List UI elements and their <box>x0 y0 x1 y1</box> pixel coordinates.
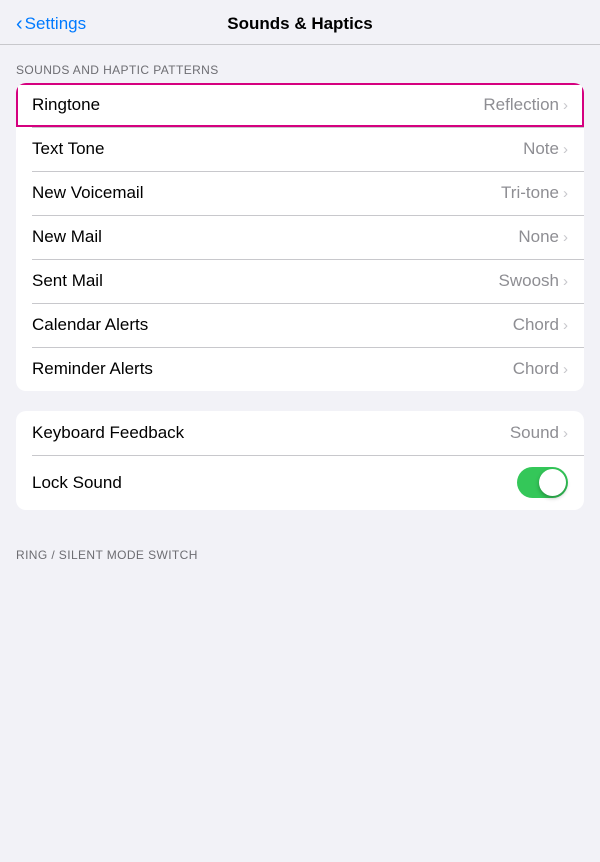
sent-mail-value-group: Swoosh › <box>499 271 568 291</box>
text-tone-row[interactable]: Text Tone Note › <box>16 127 584 171</box>
text-tone-chevron-icon: › <box>563 141 568 158</box>
calendar-alerts-chevron-icon: › <box>563 317 568 334</box>
reminder-alerts-value-group: Chord › <box>513 359 568 379</box>
back-label: Settings <box>25 14 86 34</box>
ringtone-row[interactable]: Ringtone Reflection › <box>16 83 584 127</box>
toggle-knob <box>539 469 566 496</box>
lock-sound-label: Lock Sound <box>32 473 122 493</box>
sent-mail-label: Sent Mail <box>32 271 103 291</box>
new-mail-value: None <box>518 227 559 247</box>
calendar-alerts-label: Calendar Alerts <box>32 315 148 335</box>
keyboard-feedback-label: Keyboard Feedback <box>32 423 184 443</box>
calendar-alerts-row[interactable]: Calendar Alerts Chord › <box>16 303 584 347</box>
calendar-alerts-value-group: Chord › <box>513 315 568 335</box>
sent-mail-value: Swoosh <box>499 271 559 291</box>
sent-mail-chevron-icon: › <box>563 273 568 290</box>
back-button[interactable]: ‹ Settings <box>16 14 86 34</box>
lock-sound-row[interactable]: Lock Sound <box>16 455 584 510</box>
back-chevron-icon: ‹ <box>16 14 23 34</box>
reminder-alerts-value: Chord <box>513 359 559 379</box>
sounds-card: Ringtone Reflection › Text Tone Note › N… <box>16 83 584 391</box>
new-mail-row[interactable]: New Mail None › <box>16 215 584 259</box>
keyboard-feedback-value: Sound <box>510 423 559 443</box>
text-tone-value: Note <box>523 139 559 159</box>
ringtone-value-group: Reflection › <box>483 95 568 115</box>
text-tone-value-group: Note › <box>523 139 568 159</box>
new-mail-label: New Mail <box>32 227 102 247</box>
reminder-alerts-row[interactable]: Reminder Alerts Chord › <box>16 347 584 391</box>
keyboard-feedback-chevron-icon: › <box>563 425 568 442</box>
new-voicemail-chevron-icon: › <box>563 185 568 202</box>
keyboard-feedback-value-group: Sound › <box>510 423 568 443</box>
ringtone-value: Reflection <box>483 95 559 115</box>
ring-silent-section-label: RING / SILENT MODE SWITCH <box>0 530 600 568</box>
keyboard-feedback-row[interactable]: Keyboard Feedback Sound › <box>16 411 584 455</box>
new-mail-chevron-icon: › <box>563 229 568 246</box>
text-tone-label: Text Tone <box>32 139 104 159</box>
navigation-bar: ‹ Settings Sounds & Haptics <box>0 0 600 45</box>
sounds-section-label: SOUNDS AND HAPTIC PATTERNS <box>0 45 600 83</box>
ringtone-label: Ringtone <box>32 95 100 115</box>
calendar-alerts-value: Chord <box>513 315 559 335</box>
reminder-alerts-chevron-icon: › <box>563 361 568 378</box>
lock-sound-toggle[interactable] <box>517 467 568 498</box>
new-voicemail-value-group: Tri-tone › <box>501 183 568 203</box>
feedback-card: Keyboard Feedback Sound › Lock Sound <box>16 411 584 510</box>
new-voicemail-value: Tri-tone <box>501 183 559 203</box>
new-voicemail-row[interactable]: New Voicemail Tri-tone › <box>16 171 584 215</box>
new-mail-value-group: None › <box>518 227 568 247</box>
page-title: Sounds & Haptics <box>227 14 372 34</box>
ringtone-chevron-icon: › <box>563 97 568 114</box>
reminder-alerts-label: Reminder Alerts <box>32 359 153 379</box>
sent-mail-row[interactable]: Sent Mail Swoosh › <box>16 259 584 303</box>
new-voicemail-label: New Voicemail <box>32 183 144 203</box>
